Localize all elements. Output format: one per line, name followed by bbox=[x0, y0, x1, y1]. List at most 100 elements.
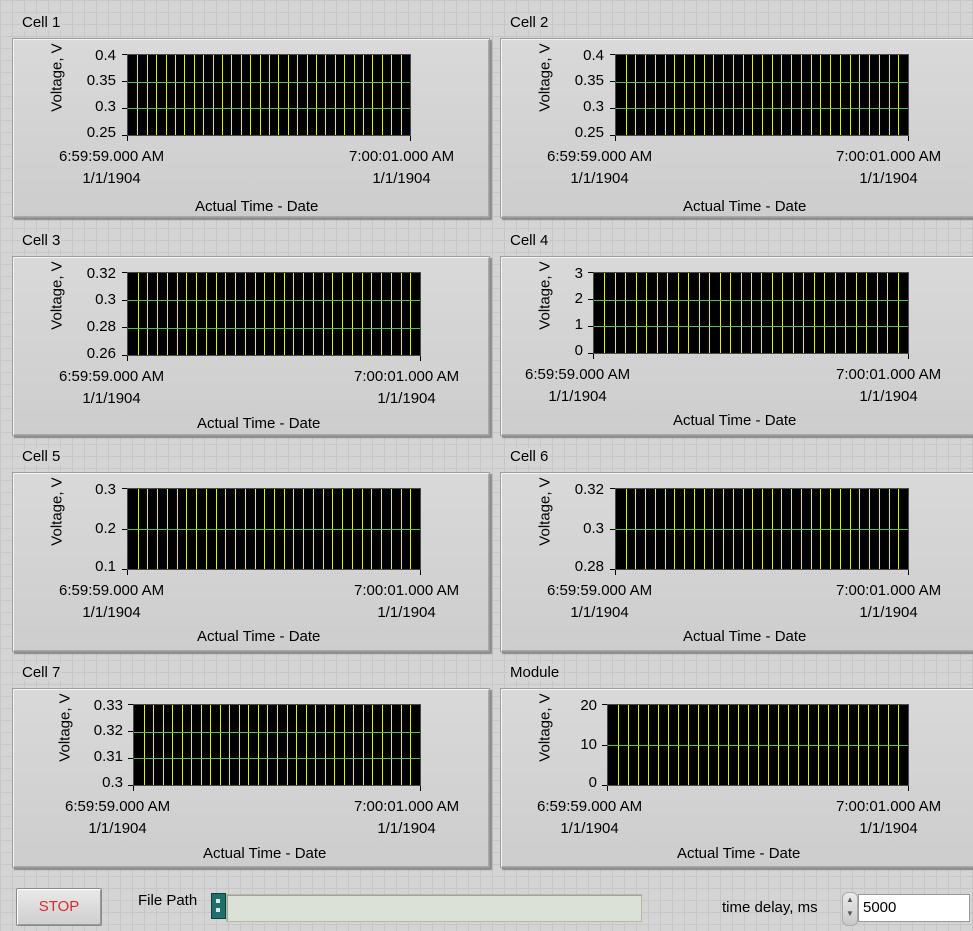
time-delay-stepper[interactable]: ▲ ▼ bbox=[842, 892, 858, 926]
y-tick-mark bbox=[602, 745, 607, 746]
y-tick-label: 0.32 bbox=[93, 722, 123, 739]
stop-button[interactable]: STOP bbox=[16, 888, 102, 926]
y-tick-label: 0.3 bbox=[583, 520, 604, 537]
y-tick-mark bbox=[610, 529, 615, 530]
time-delay-label: time delay, ms bbox=[722, 899, 818, 916]
plot-area[interactable] bbox=[127, 54, 411, 136]
grid-line-vertical bbox=[363, 705, 364, 785]
chart-label: Cell 7 bbox=[20, 664, 63, 681]
grid-line-horizontal bbox=[616, 529, 908, 530]
x-start-tick: 6:59:59.000 AM 1/1/1904 bbox=[537, 796, 642, 840]
file-path-input[interactable] bbox=[226, 894, 642, 922]
grid-line-vertical bbox=[288, 55, 289, 135]
grid-line-vertical bbox=[604, 273, 605, 353]
chart-cell-1: Cell 1 Voltage, V 0.4 0.35 0.3 0.25 6:59… bbox=[10, 8, 490, 222]
grid-line-vertical bbox=[850, 55, 851, 135]
grid-line-vertical bbox=[626, 55, 627, 135]
x-start-tick: 6:59:59.000 AM 1/1/1904 bbox=[59, 366, 164, 410]
grid-line-vertical bbox=[772, 55, 773, 135]
grid-line-vertical bbox=[678, 273, 679, 353]
grid-line-vertical bbox=[363, 55, 364, 135]
x-tick-mark bbox=[133, 786, 134, 791]
grid-line-vertical bbox=[382, 55, 383, 135]
grid-line-vertical bbox=[258, 705, 259, 785]
grid-line-vertical bbox=[303, 273, 304, 355]
plot-area[interactable] bbox=[133, 704, 421, 786]
y-tick-mark bbox=[128, 731, 133, 732]
grid-line-vertical bbox=[157, 273, 158, 355]
grid-line-vertical bbox=[866, 273, 867, 353]
plot-area[interactable] bbox=[127, 272, 421, 356]
grid-line-vertical bbox=[344, 705, 345, 785]
grid-line-vertical bbox=[167, 273, 168, 355]
y-tick-label: 10 bbox=[580, 736, 597, 753]
grid-line-vertical bbox=[210, 705, 211, 785]
plot-area[interactable] bbox=[127, 488, 421, 570]
y-tick-mark bbox=[588, 299, 593, 300]
y-tick-label: 0.4 bbox=[95, 47, 116, 64]
grid-line-horizontal bbox=[128, 300, 420, 301]
graph-panel: Voltage, V 0.3 0.2 0.1 6:59:59.000 AM 1/… bbox=[12, 472, 490, 652]
x-tick-mark bbox=[127, 356, 128, 361]
y-tick-label: 0.1 bbox=[95, 558, 116, 575]
grid-line-vertical bbox=[269, 55, 270, 135]
x-end-tick: 7:00:01.000 AM 1/1/1904 bbox=[836, 580, 941, 624]
x-start-tick: 6:59:59.000 AM 1/1/1904 bbox=[547, 580, 652, 624]
x-start-date: 1/1/1904 bbox=[88, 820, 147, 837]
y-tick-label: 0.31 bbox=[93, 748, 123, 765]
grid-line-vertical bbox=[655, 55, 656, 135]
x-end-time: 7:00:01.000 AM bbox=[349, 148, 455, 165]
x-end-date: 1/1/1904 bbox=[372, 170, 431, 187]
x-axis-label: Actual Time - Date bbox=[195, 198, 319, 215]
y-tick-mark bbox=[122, 272, 127, 273]
x-tick-mark bbox=[127, 136, 128, 141]
grid-line-vertical bbox=[752, 55, 753, 135]
plot-area[interactable] bbox=[607, 704, 909, 786]
grid-line-vertical bbox=[856, 273, 857, 353]
x-end-date: 1/1/1904 bbox=[377, 604, 436, 621]
x-end-date: 1/1/1904 bbox=[859, 388, 918, 405]
grid-line-horizontal bbox=[134, 758, 420, 759]
chart-cell-7: Cell 7 Voltage, V 0.33 0.32 0.31 0.3 6:5… bbox=[10, 658, 490, 872]
chart-label: Cell 6 bbox=[508, 448, 551, 465]
grid-line-vertical bbox=[163, 705, 164, 785]
plot-area[interactable] bbox=[615, 488, 909, 570]
grid-line-vertical bbox=[845, 273, 846, 353]
y-tick-mark bbox=[610, 81, 615, 82]
y-tick-label: 3 bbox=[574, 265, 583, 282]
grid-line-vertical bbox=[182, 705, 183, 785]
x-axis-label: Actual Time - Date bbox=[197, 628, 321, 645]
x-end-time: 7:00:01.000 AM bbox=[836, 366, 942, 383]
grid-line-vertical bbox=[353, 705, 354, 785]
grid-line-vertical bbox=[636, 273, 637, 353]
grid-line-vertical bbox=[274, 273, 275, 355]
x-end-date: 1/1/1904 bbox=[377, 820, 436, 837]
grid-line-vertical bbox=[781, 55, 782, 135]
x-tick-mark bbox=[615, 570, 616, 575]
x-tick-mark bbox=[908, 354, 909, 359]
x-end-tick: 7:00:01.000 AM 1/1/1904 bbox=[836, 796, 941, 840]
time-delay-input[interactable] bbox=[858, 894, 970, 922]
grid-line-vertical bbox=[699, 273, 700, 353]
grid-line-vertical bbox=[287, 705, 288, 785]
grid-line-vertical bbox=[186, 273, 187, 355]
y-tick-label: 0.3 bbox=[95, 481, 116, 498]
y-tick-mark bbox=[122, 81, 127, 82]
plot-area[interactable] bbox=[593, 272, 909, 354]
graph-panel: Voltage, V 20 10 0 6:59:59.000 AM 1/1/19… bbox=[500, 688, 973, 868]
grid-line-vertical bbox=[814, 273, 815, 353]
x-end-tick: 7:00:01.000 AM 1/1/1904 bbox=[836, 146, 941, 190]
grid-line-vertical bbox=[889, 55, 890, 135]
y-tick-label: 0.2 bbox=[95, 520, 116, 537]
front-panel: Cell 1 Voltage, V 0.4 0.35 0.3 0.25 6:59… bbox=[8, 8, 973, 872]
x-end-time: 7:00:01.000 AM bbox=[354, 582, 460, 599]
file-path-browse-icon[interactable] bbox=[211, 893, 226, 919]
plot-area[interactable] bbox=[615, 54, 909, 136]
grid-line-vertical bbox=[869, 55, 870, 135]
graph-panel: Voltage, V 0.33 0.32 0.31 0.3 6:59:59.00… bbox=[12, 688, 490, 868]
grid-line-horizontal bbox=[128, 328, 420, 329]
grid-line-vertical bbox=[138, 273, 139, 355]
grid-line-vertical bbox=[177, 273, 178, 355]
grid-line-vertical bbox=[316, 55, 317, 135]
grid-line-vertical bbox=[325, 55, 326, 135]
